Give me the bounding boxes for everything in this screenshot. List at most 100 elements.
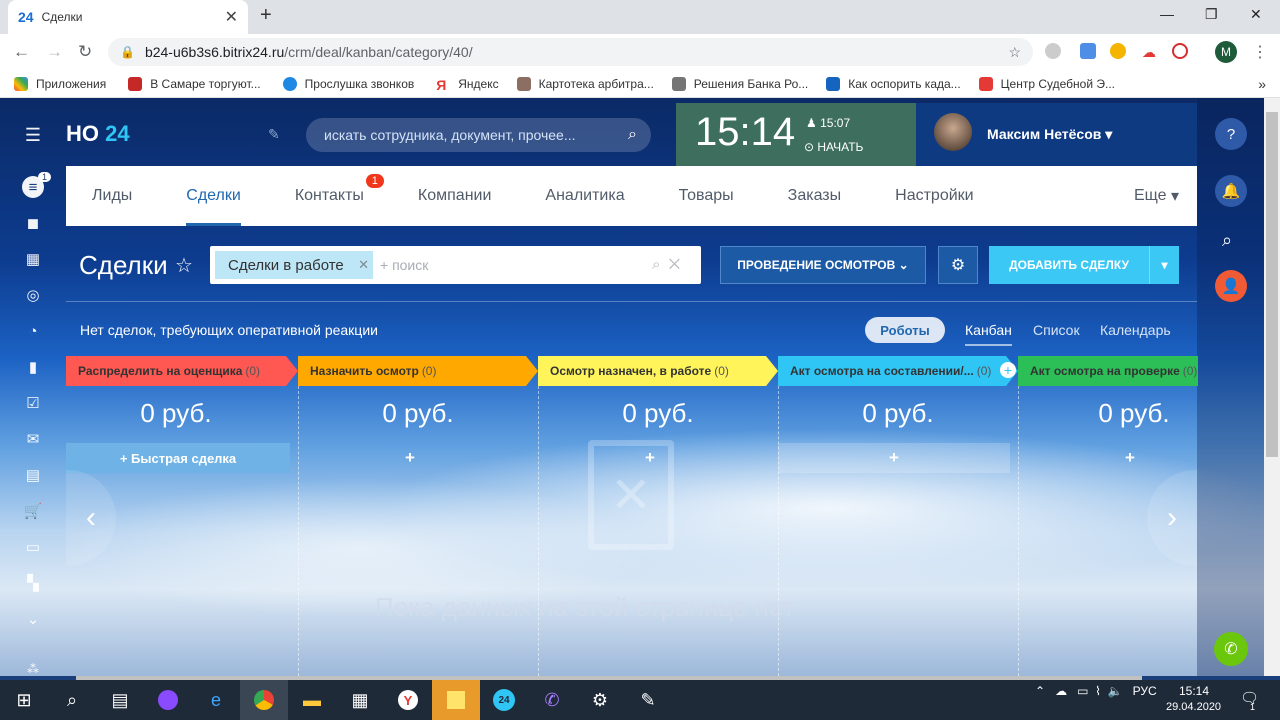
stage-header[interactable]: Осмотр назначен, в работе (0) [538, 356, 778, 386]
volume-icon[interactable]: 🔈 [1108, 684, 1123, 698]
menu-item-leads[interactable]: Лиды [92, 166, 132, 226]
network-icon[interactable]: ▭ [1077, 684, 1088, 698]
box-icon[interactable]: ◼ [22, 212, 44, 234]
task-view-icon[interactable]: ▤ [96, 680, 144, 720]
menu-item-deals[interactable]: Сделки [186, 166, 241, 226]
favorite-star-icon[interactable]: ☆ [175, 253, 193, 278]
bookmark-item[interactable]: Как оспорить када... [826, 76, 961, 91]
viber-icon[interactable]: ✆ [528, 680, 576, 720]
edit-pencil-icon[interactable]: ✎ [268, 126, 280, 143]
phone-icon[interactable]: ✆ [1214, 632, 1248, 666]
quick-deal-button[interactable]: + Быстрая сделка [66, 443, 290, 473]
add-deal-plus-icon[interactable]: + [1020, 443, 1240, 473]
menu-item-orders[interactable]: Заказы [788, 166, 841, 226]
reload-icon[interactable]: ↻ [78, 42, 92, 62]
add-deal-dropdown-icon[interactable]: ▾ [1149, 246, 1179, 284]
alice-icon[interactable] [144, 680, 192, 720]
settings-gear-icon[interactable]: ⚙ [938, 246, 978, 284]
vertical-scrollbar-thumb[interactable] [1266, 112, 1278, 457]
bookmark-star-icon[interactable]: ☆ [1008, 44, 1021, 61]
add-deal-plus-icon[interactable]: + [778, 443, 1010, 473]
close-tab-icon[interactable]: ✕ [225, 7, 238, 27]
bookmarks-overflow-icon[interactable]: » [1258, 76, 1266, 92]
calculator-icon[interactable]: ▦ [336, 680, 384, 720]
input-language[interactable]: РУС [1133, 684, 1157, 698]
target-icon[interactable]: ◎ [22, 284, 44, 306]
search-icon[interactable]: ⌕ [628, 126, 637, 144]
user-name[interactable]: Максим Нетёсов ▾ [987, 126, 1112, 143]
settings-gear-icon[interactable]: ⚙ [576, 680, 624, 720]
stage-header[interactable]: Распределить на оценщика (0) [66, 356, 298, 386]
stage-header[interactable]: Акт осмотра на проверке (0) [1018, 356, 1198, 386]
cart-icon[interactable]: 🛒 [22, 500, 44, 522]
forward-icon[interactable]: → [46, 42, 63, 62]
bookmark-item[interactable]: Решения Банка Ро... [671, 76, 808, 91]
menu-item-analytics[interactable]: Аналитика [545, 166, 624, 226]
wifi-icon[interactable]: ⌇ [1095, 684, 1101, 698]
bookmark-item[interactable]: Картотека арбитра... [516, 76, 654, 91]
printer-icon[interactable]: ▤ [22, 464, 44, 486]
paint-icon[interactable]: ✎ [624, 680, 672, 720]
robots-button[interactable]: Роботы [865, 317, 945, 343]
maximize-icon[interactable]: ❐ [1205, 6, 1218, 23]
bell-icon[interactable]: 🔔 [1215, 175, 1247, 207]
yandex-browser-icon[interactable]: Y [384, 680, 432, 720]
search-icon[interactable]: ⌕ [48, 680, 96, 720]
bookmark-item[interactable]: Я Яндекс [436, 76, 499, 93]
extension-icon[interactable] [1080, 43, 1096, 59]
stage-header[interactable]: Назначить осмотр (0) [298, 356, 538, 386]
add-stage-icon[interactable]: + [1000, 362, 1016, 378]
portal-logo[interactable]: НО 24 [66, 121, 130, 147]
menu-item-settings[interactable]: Настройки [895, 166, 973, 226]
view-list[interactable]: Список [1033, 322, 1080, 338]
clock-icon[interactable]: ◔ [22, 320, 44, 342]
add-deal-button[interactable]: ДОБАВИТЬ СДЕЛКУ ▾ [989, 246, 1179, 284]
minimize-icon[interactable]: — [1160, 6, 1174, 22]
menu-item-products[interactable]: Товары [679, 166, 734, 226]
bar-chart-icon[interactable]: ▮ [22, 356, 44, 378]
hamburger-menu-icon[interactable]: ☰ [22, 124, 44, 146]
network-icon[interactable]: ⁂ [22, 658, 44, 680]
add-deal-plus-icon[interactable]: + [300, 443, 520, 473]
user-icon[interactable]: 👤 [1215, 270, 1247, 302]
view-kanban[interactable]: Канбан [965, 322, 1012, 346]
bookmark-item[interactable]: Центр Судебной Э... [978, 76, 1115, 91]
extension-icon[interactable] [1110, 43, 1126, 59]
menu-item-companies[interactable]: Компании [418, 166, 492, 226]
extension-icon[interactable] [1045, 43, 1061, 59]
taskbar-time[interactable]: 15:14 [1172, 684, 1216, 698]
bookmark-item[interactable]: В Самаре торгуют... [128, 76, 261, 91]
chrome-icon[interactable] [240, 680, 288, 720]
stage-header[interactable]: Акт осмотра на составлении/... (0) [778, 356, 1018, 386]
browser-menu-icon[interactable]: ⋮ [1252, 42, 1268, 62]
filter-chip[interactable]: Сделки в работе ✕ [215, 251, 373, 279]
profile-avatar[interactable]: M [1215, 41, 1237, 63]
taskbar-date[interactable]: 29.04.2020 [1166, 701, 1221, 713]
help-icon[interactable]: ? [1215, 118, 1247, 150]
sticky-notes-icon[interactable] [432, 680, 480, 720]
checkbox-icon[interactable]: ☑ [22, 392, 44, 414]
pipeline-select-button[interactable]: ПРОВЕДЕНИЕ ОСМОТРОВ ⌄ [720, 246, 926, 284]
menu-item-contacts[interactable]: Контакты 1 [295, 166, 384, 226]
cloud-extension-icon[interactable]: ☁ [1142, 44, 1156, 61]
search-icon[interactable]: ⌕ [1222, 230, 1232, 251]
calendar-icon[interactable]: ▦ [22, 248, 44, 270]
bookmark-item[interactable]: Прослушка звонков [282, 76, 414, 91]
bookmark-item[interactable]: Приложения [14, 76, 106, 91]
header-search[interactable]: искать сотрудника, документ, прочее... ⌕ [306, 118, 651, 152]
onedrive-icon[interactable]: ☁ [1055, 684, 1067, 698]
address-bar[interactable]: 🔒 b24-u6b3s6.bitrix24.ru/crm/deal/kanban… [108, 38, 1033, 66]
extension-icon[interactable] [1172, 43, 1188, 59]
windows-start-icon[interactable]: ⊞ [0, 680, 48, 720]
file-explorer-icon[interactable]: ▬ [288, 680, 336, 720]
close-window-icon[interactable]: ✕ [1250, 6, 1262, 23]
view-calendar[interactable]: Календарь [1100, 322, 1171, 338]
clear-icon[interactable]: ✕ [669, 256, 680, 273]
new-tab-icon[interactable]: + [260, 4, 272, 27]
browser-tab[interactable]: 24 Сделки ✕ [8, 0, 248, 34]
filter-search-placeholder[interactable]: + поиск [380, 257, 428, 273]
search-icon[interactable]: ⌕ [652, 256, 660, 273]
start-workday-button[interactable]: ⊙ НАЧАТЬ [804, 140, 863, 154]
remove-chip-icon[interactable]: ✕ [358, 257, 369, 273]
grid-icon[interactable]: ▚ [22, 572, 44, 594]
